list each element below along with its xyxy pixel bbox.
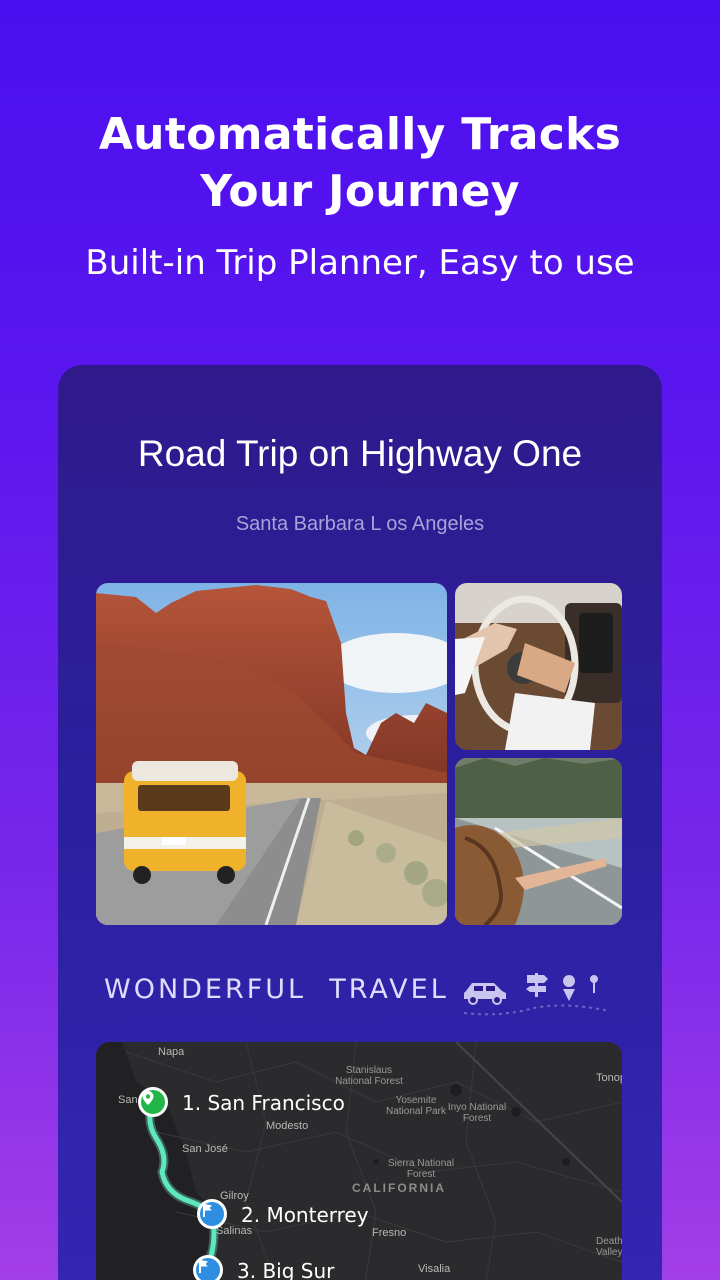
location-pin-icon xyxy=(142,1091,154,1105)
map-label-fresno: Fresno xyxy=(372,1227,407,1239)
map-label-sierra-line1: Sierra National xyxy=(387,1158,455,1169)
travel-decoration-icon xyxy=(463,973,611,1016)
map-label-stanislaus: Stanislaus National Forest xyxy=(334,1065,404,1087)
map-label-tonop: Tonop xyxy=(596,1072,622,1084)
trip-card[interactable]: Road Trip on Highway One Santa Barbara L… xyxy=(58,365,662,1280)
headline: Automatically Tracks Your Journey xyxy=(0,106,720,220)
flag-icon xyxy=(199,1260,208,1273)
map-label-yosemite-line2: National Park xyxy=(385,1106,447,1117)
map-label-california: CALIFORNIA xyxy=(352,1181,446,1195)
map-label-visalia: Visalia xyxy=(418,1263,451,1275)
stop-1-pin[interactable] xyxy=(138,1087,168,1117)
trip-title: Road Trip on Highway One xyxy=(137,433,583,474)
map-label-napa: Napa xyxy=(158,1046,185,1058)
stop-3-pin[interactable] xyxy=(193,1255,223,1280)
stop-1-label[interactable]: 1. San Francisco xyxy=(182,1091,345,1115)
section-heading: WONDERFUL TRAVEL xyxy=(104,974,449,1005)
map-label-death-line2: Valley xyxy=(596,1247,622,1258)
map-label-yosemite: Yosemite National Park xyxy=(384,1095,448,1117)
headline-line-2: Your Journey xyxy=(200,166,520,217)
map-label-yosemite-line1: Yosemite xyxy=(395,1095,437,1106)
map-label-san: San xyxy=(118,1094,138,1106)
headline-line-1: Automatically Tracks xyxy=(98,109,622,160)
stop-3-label[interactable]: 3. Big Sur xyxy=(237,1259,334,1280)
map-label-stanislaus-line2: National Forest xyxy=(335,1076,403,1087)
map-label-inyo-line2: Forest xyxy=(462,1113,492,1124)
map-label-death-line1: Death xyxy=(596,1236,622,1247)
subheadline: Built-in Trip Planner, Easy to use xyxy=(85,243,635,283)
stop-2-pin[interactable] xyxy=(197,1199,227,1229)
map-label-san-jose: San José xyxy=(182,1143,228,1155)
route-map[interactable]: Napa San Stanislaus National Forest Yose… xyxy=(96,1042,622,1280)
map-label-death-valley: Death Valley xyxy=(596,1236,622,1258)
map-label-gilroy: Gilroy xyxy=(220,1190,249,1202)
flag-icon xyxy=(203,1204,212,1217)
map-label-sierra: Sierra National Forest xyxy=(386,1158,456,1180)
van-desert-photo[interactable] xyxy=(96,583,447,925)
map-label-inyo: Inyo National Forest xyxy=(444,1102,510,1124)
map-label-sierra-line2: Forest xyxy=(406,1169,436,1180)
map-label-inyo-line1: Inyo National xyxy=(447,1102,507,1113)
steering-wheel-photo[interactable] xyxy=(455,583,622,750)
road-trip-photo[interactable] xyxy=(455,758,622,925)
map-label-modesto: Modesto xyxy=(266,1120,309,1132)
map-label-stanislaus-line1: Stanislaus xyxy=(345,1065,393,1076)
trip-route: Santa Barbara L os Angeles xyxy=(235,513,485,535)
stop-2-label[interactable]: 2. Monterrey xyxy=(241,1203,369,1227)
map-label-salinas: Salinas xyxy=(216,1225,253,1237)
